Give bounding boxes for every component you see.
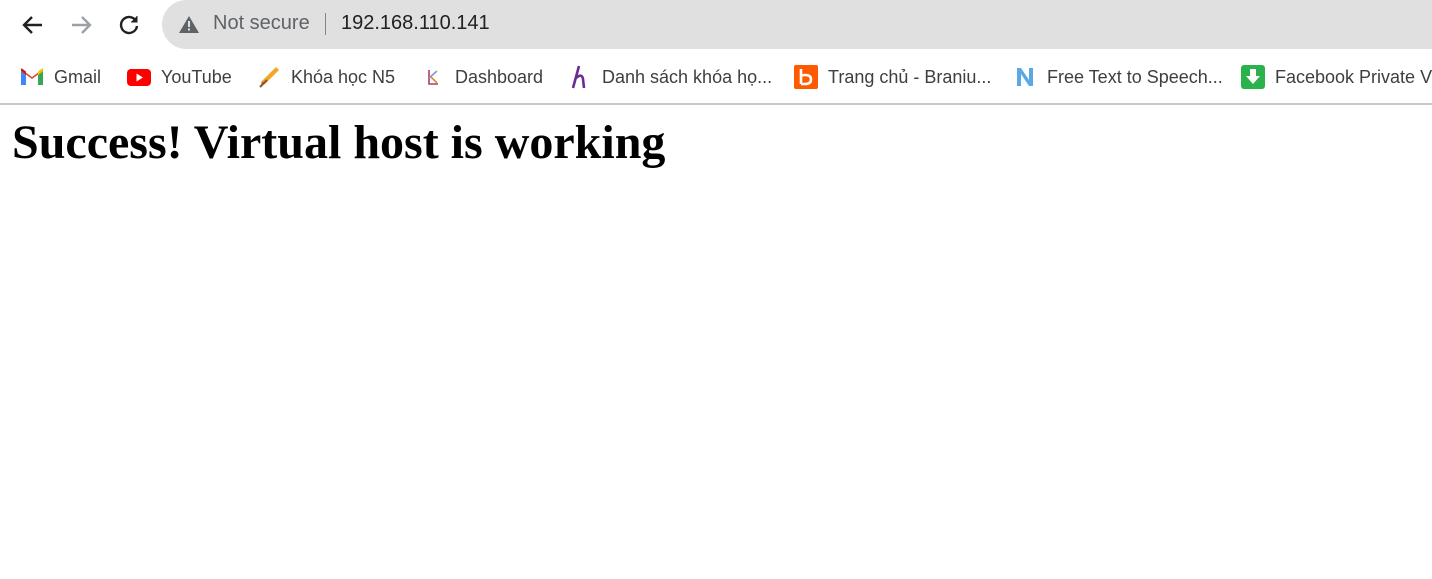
bookmark-trang-chu-braniumacademy[interactable]: Trang chủ - Braniu... xyxy=(794,64,991,90)
bookmark-label: Gmail xyxy=(54,66,102,87)
bookmark-label: YouTube xyxy=(161,66,232,87)
toolbar-divider xyxy=(0,103,1432,105)
bookmark-label: Danh sách khóa họ... xyxy=(602,66,773,87)
bookmark-label: Khóa học N5 xyxy=(291,66,396,87)
bookmark-label: Facebook Private Vi xyxy=(1275,66,1432,87)
bookmark-free-text-to-speech[interactable]: Free Text to Speech... xyxy=(1013,64,1223,90)
omnibox-divider xyxy=(325,13,326,35)
page-heading: Success! Virtual host is working xyxy=(12,116,666,169)
bookmark-danh-sach-khoa-hoc[interactable]: Danh sách khóa họ... xyxy=(568,64,772,90)
url-text[interactable]: 192.168.110.141 xyxy=(341,12,490,35)
bookmark-label: Dashboard xyxy=(455,66,544,87)
pencil-logo-icon xyxy=(257,65,281,89)
browser-toolbar: Not secure 192.168.110.141 xyxy=(0,0,1432,50)
arrow-right-icon xyxy=(72,16,92,34)
arrow-left-icon xyxy=(22,16,42,34)
youtube-icon xyxy=(127,65,151,89)
bookmarks-bar: Gmail YouTube Khóa học N5 Dashboard Danh… xyxy=(0,56,1432,100)
security-status-label[interactable]: Not secure xyxy=(213,12,310,35)
b-logo-icon xyxy=(794,65,818,89)
bookmark-khoa-hoc-n5[interactable]: Khóa học N5 xyxy=(257,64,395,90)
address-bar[interactable]: Not secure 192.168.110.141 xyxy=(162,0,1432,49)
page-content: Success! Virtual host is working xyxy=(12,114,665,172)
bookmark-label: Trang chủ - Braniu... xyxy=(828,66,992,87)
back-button[interactable] xyxy=(16,8,50,42)
download-icon xyxy=(1241,65,1265,89)
gmail-icon xyxy=(20,65,44,89)
h-logo-icon xyxy=(568,65,592,89)
reload-icon xyxy=(119,15,139,35)
bookmark-facebook-private-video[interactable]: Facebook Private Vi xyxy=(1241,64,1432,90)
forward-button[interactable] xyxy=(64,8,98,42)
bookmark-youtube[interactable]: YouTube xyxy=(127,64,232,90)
bookmark-gmail[interactable]: Gmail xyxy=(20,64,101,90)
dashboard-logo-icon xyxy=(421,65,445,89)
reload-button[interactable] xyxy=(112,8,146,42)
warning-triangle-icon[interactable] xyxy=(179,16,199,33)
bookmark-label: Free Text to Speech... xyxy=(1047,66,1223,87)
bookmark-dashboard[interactable]: Dashboard xyxy=(421,64,543,90)
n-logo-icon xyxy=(1013,65,1037,89)
